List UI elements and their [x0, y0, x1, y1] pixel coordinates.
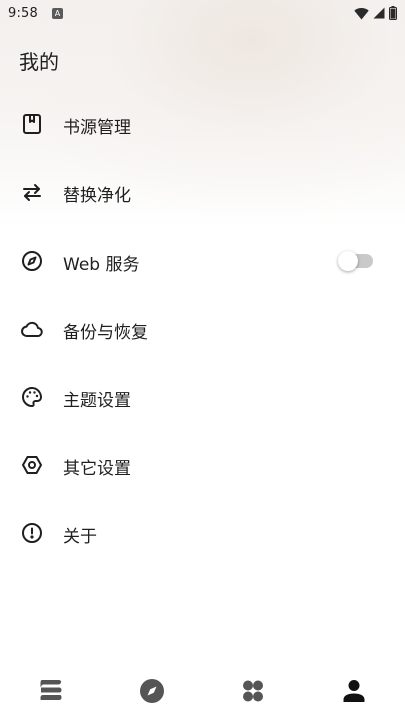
palette-icon	[20, 385, 44, 409]
menu-item-label: 替换净化	[63, 186, 131, 206]
menu-item-label: 主题设置	[63, 391, 131, 411]
bookshelf-icon	[40, 680, 62, 700]
menu-item-other-settings[interactable]: 其它设置	[0, 440, 405, 490]
wifi-icon	[354, 7, 369, 20]
menu-item-label: 其它设置	[63, 459, 131, 479]
cellular-signal-icon	[373, 7, 385, 19]
battery-icon	[389, 6, 397, 20]
menu-item-label: 关于	[63, 527, 97, 547]
menu-item-about[interactable]: 关于	[0, 508, 405, 558]
toggle-thumb	[338, 251, 358, 271]
menu-item-label: 备份与恢复	[63, 323, 148, 343]
menu-item-label: Web 服务	[63, 255, 140, 275]
nav-tab-my[interactable]	[304, 668, 405, 720]
page-title: 我的	[19, 50, 59, 74]
bottom-navigation	[0, 668, 405, 720]
swap-arrows-icon	[20, 180, 44, 204]
compass-icon	[20, 249, 44, 273]
nav-tab-rss[interactable]	[203, 668, 304, 720]
info-exclamation-icon	[20, 521, 44, 545]
menu-item-label: 书源管理	[63, 118, 131, 138]
cloud-icon	[20, 317, 44, 341]
nav-tab-explore[interactable]	[101, 668, 202, 720]
menu-item-book-source[interactable]: 书源管理	[0, 99, 405, 149]
status-icons	[354, 6, 397, 20]
status-bar: 9:58 A	[0, 0, 405, 28]
menu-item-web-service[interactable]: Web 服务	[0, 236, 405, 286]
notification-icon: A	[52, 8, 63, 19]
hexagon-settings-icon	[20, 453, 44, 477]
status-time: 9:58	[8, 6, 38, 21]
book-source-icon	[20, 112, 44, 136]
explore-compass-icon	[139, 679, 164, 703]
rss-grid-icon	[243, 680, 264, 702]
profile-person-icon	[343, 680, 365, 702]
menu-item-replace-purify[interactable]: 替换净化	[0, 167, 405, 217]
menu-item-backup-restore[interactable]: 备份与恢复	[0, 304, 405, 354]
nav-tab-bookshelf[interactable]	[0, 668, 101, 720]
web-service-toggle[interactable]	[338, 251, 374, 271]
menu-item-theme-settings[interactable]: 主题设置	[0, 372, 405, 422]
